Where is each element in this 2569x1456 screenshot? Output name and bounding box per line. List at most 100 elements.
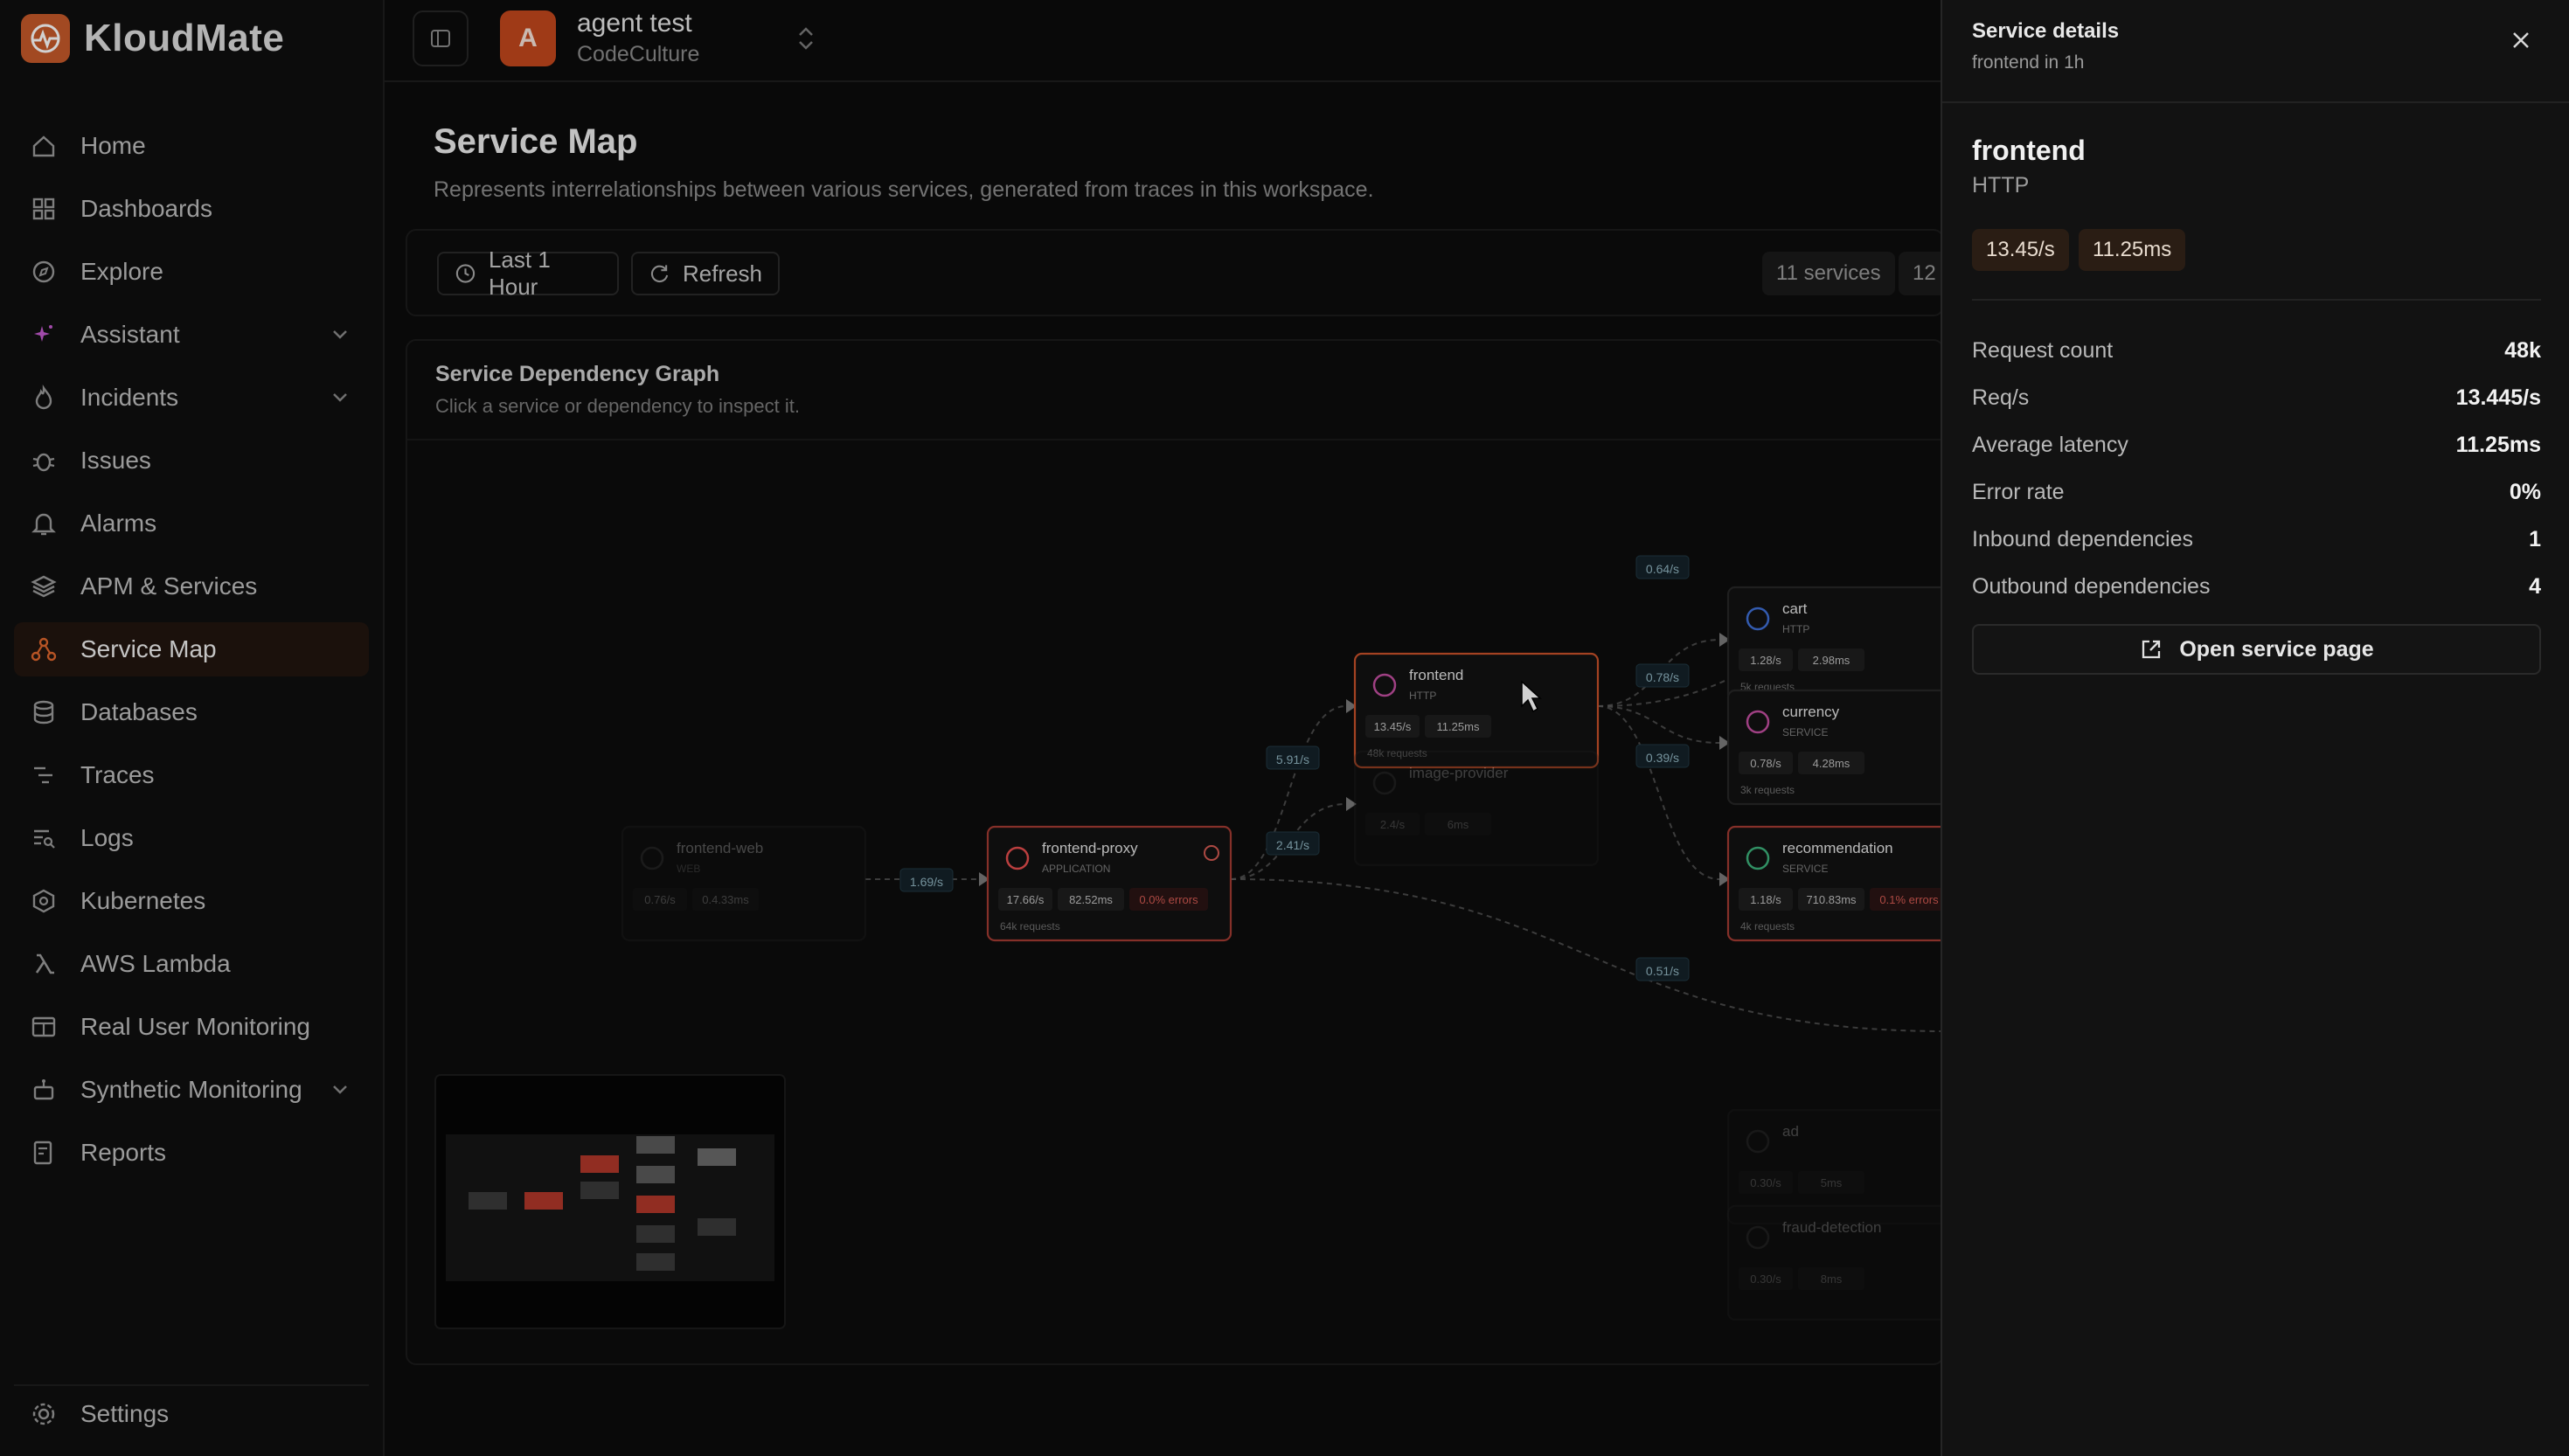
- report-icon: [28, 1137, 59, 1168]
- node-errors: 0.0% errors: [1139, 893, 1198, 906]
- sidebar-item-incidents[interactable]: Incidents: [14, 371, 369, 425]
- metric-label: Req/s: [1972, 385, 2030, 410]
- sidebar-item-label: Alarms: [80, 510, 157, 537]
- minimap-node: [698, 1218, 736, 1236]
- minimap-node: [636, 1166, 675, 1183]
- node-type: SERVICE: [1782, 863, 1828, 875]
- sidebar-item-traces[interactable]: Traces: [14, 748, 369, 802]
- node-rate: 1.18/s: [1750, 893, 1781, 906]
- service-graph-canvas[interactable]: 1.69/s5.91/s2.41/s0.64/s0.78/s0.39/s1.82…: [407, 341, 1944, 1365]
- home-icon: [28, 130, 59, 162]
- node-latency: 5ms: [1821, 1176, 1843, 1189]
- sidebar-item-databases[interactable]: Databases: [14, 685, 369, 739]
- sidebar-item-kubernetes[interactable]: Kubernetes: [14, 874, 369, 928]
- refresh-button[interactable]: Refresh: [631, 252, 780, 295]
- metric-row: Req/s 13.445/s: [1972, 374, 2541, 421]
- minimap-node: [636, 1225, 675, 1243]
- chevron-down-icon[interactable]: [327, 385, 353, 411]
- sidebar-item-aws-lambda[interactable]: AWS Lambda: [14, 937, 369, 991]
- time-range-button[interactable]: Last 1 Hour: [437, 246, 619, 300]
- sidebar-item-logs[interactable]: Logs: [14, 811, 369, 865]
- service-node[interactable]: recommendation SERVICE 1.18/s 710.83ms 0.1% …: [1726, 825, 1944, 942]
- lambda-icon: [28, 948, 59, 980]
- node-type: SERVICE: [1782, 726, 1828, 738]
- node-rate: 13.45/s: [1374, 720, 1412, 733]
- workspace-avatar[interactable]: A: [500, 10, 556, 66]
- sidebar-item-settings[interactable]: Settings: [14, 1384, 369, 1439]
- sidebar-item-label: Issues: [80, 447, 151, 474]
- traces-icon: [28, 759, 59, 791]
- service-type: HTTP: [1972, 173, 2030, 198]
- sidebar-item-label: Service Map: [80, 635, 217, 662]
- metric-row: Outbound dependencies 4: [1972, 563, 2541, 610]
- service-node[interactable]: frontend-web WEB 0.76/s 0.4.33ms: [621, 825, 867, 942]
- service-node[interactable]: fraud-detection 0.30/s 8ms: [1726, 1204, 1944, 1321]
- service-node[interactable]: cartHTTP1.28/s 2.98ms5k requests: [1726, 586, 1944, 703]
- service-node[interactable]: image-provider 2.4/s 6ms: [1353, 750, 1600, 867]
- logs-icon: [28, 822, 59, 854]
- refresh-label: Refresh: [682, 260, 762, 287]
- compass-icon: [28, 256, 59, 288]
- sidebar-item-alarms[interactable]: Alarms: [14, 496, 369, 551]
- service-graph-card: Service Dependency Graph Click a service…: [406, 339, 1944, 1365]
- node-rate: 0.30/s: [1750, 1272, 1781, 1286]
- node-rate: 0.78/s: [1750, 757, 1781, 770]
- node-type: HTTP: [1782, 623, 1809, 635]
- metric-value: 0%: [2509, 479, 2541, 504]
- chevron-down-icon[interactable]: [327, 322, 353, 348]
- sidebar-item-real-user-monitoring[interactable]: Real User Monitoring: [14, 1000, 369, 1054]
- service-name: frontend: [1972, 135, 2086, 166]
- service-node[interactable]: frontendHTTP13.45/s11.25ms48k requests: [1353, 652, 1600, 769]
- node-name: frontend: [1409, 667, 1463, 683]
- sidebar-item-label: Kubernetes: [80, 887, 206, 914]
- open-service-page-label: Open service page: [2179, 636, 2374, 662]
- network-icon: [28, 634, 59, 665]
- node-name: image-provider: [1409, 765, 1509, 781]
- close-icon[interactable]: [2505, 24, 2537, 56]
- workspace-name[interactable]: agent test: [577, 9, 692, 38]
- metric-row: Average latency 11.25ms: [1972, 421, 2541, 468]
- robot-icon: [28, 1074, 59, 1106]
- refresh-icon: [650, 265, 669, 283]
- service-node[interactable]: frontend-proxy APPLICATION 17.66/s 82.52ms 0…: [986, 825, 1232, 942]
- sidebar-item-reports[interactable]: Reports: [14, 1126, 369, 1180]
- sidebar-item-assistant[interactable]: Assistant: [14, 308, 369, 362]
- sidebar-item-label: Logs: [80, 824, 134, 851]
- chevron-down-icon[interactable]: [327, 1077, 353, 1103]
- panel-title: Service details: [1972, 19, 2120, 43]
- sidebar-item-service-map[interactable]: Service Map: [14, 622, 369, 676]
- edge-rate-label: 0.78/s: [1646, 670, 1679, 684]
- sidebar-item-issues[interactable]: Issues: [14, 433, 369, 488]
- node-rate: 0.76/s: [644, 893, 676, 906]
- node-type: WEB: [677, 863, 700, 875]
- edge-rate-label: 5.91/s: [1276, 752, 1309, 766]
- brand-logo[interactable]: KloudMate: [21, 14, 284, 63]
- open-service-page-button[interactable]: Open service page: [1972, 624, 2541, 675]
- node-errors: 0.1% errors: [1879, 893, 1939, 906]
- service-details-panel: Service details frontend in 1h frontend …: [1941, 0, 2569, 1456]
- sidebar-item-apm-services[interactable]: APM & Services: [14, 559, 369, 614]
- metric-label: Request count: [1972, 337, 2114, 363]
- sidebar-item-explore[interactable]: Explore: [14, 245, 369, 299]
- metric-value: 4: [2529, 573, 2541, 599]
- services-count-badge: 11 services: [1762, 252, 1895, 295]
- sidebar-item-synthetic-monitoring[interactable]: Synthetic Monitoring: [14, 1063, 369, 1117]
- node-requests: 4k requests: [1740, 920, 1795, 933]
- sidebar-item-dashboards[interactable]: Dashboards: [14, 182, 369, 236]
- chevron-updown-icon[interactable]: [794, 23, 818, 54]
- latency-chip: 11.25ms: [2079, 229, 2186, 271]
- metric-value: 48k: [2504, 337, 2541, 363]
- service-node[interactable]: currency SERVICE 0.78/s 4.28ms 3k requests: [1726, 689, 1944, 806]
- page-subtitle: Represents interrelationships between va…: [434, 177, 1374, 202]
- divider: [1942, 101, 2569, 103]
- sidebar-item-label: Explore: [80, 258, 163, 285]
- divider: [1972, 299, 2541, 301]
- sidebar-item-label: Real User Monitoring: [80, 1013, 310, 1040]
- bug-icon: [28, 445, 59, 476]
- database-icon: [28, 697, 59, 728]
- node-rate: 0.30/s: [1750, 1176, 1781, 1189]
- minimap-node: [698, 1148, 736, 1166]
- sidebar-toggle-button[interactable]: [413, 10, 469, 66]
- sidebar-item-home[interactable]: Home: [14, 119, 369, 173]
- sidebar-item-label: Incidents: [80, 384, 179, 411]
